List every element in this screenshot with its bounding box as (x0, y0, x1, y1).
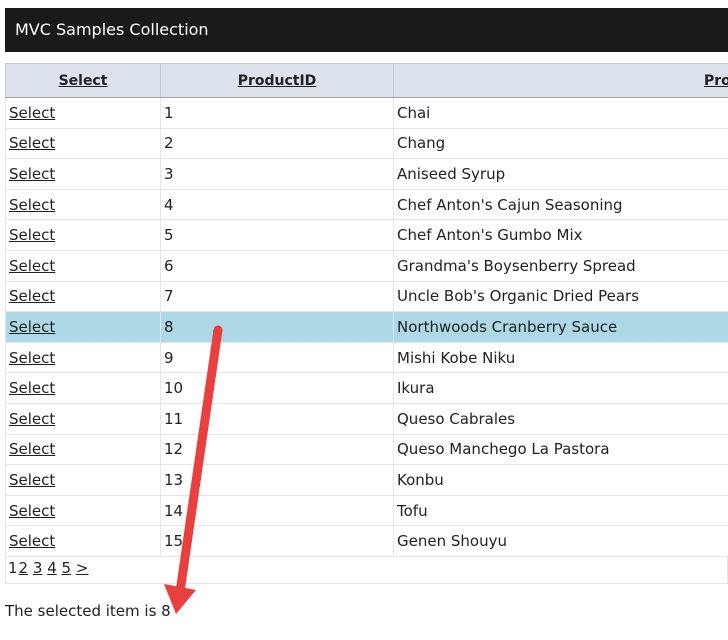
select-cell: Select (5, 128, 161, 160)
table-row: Select 1 Chai (5, 97, 728, 129)
table-row: Select 11 Queso Cabrales (5, 403, 728, 435)
product-id-cell: 12 (160, 434, 394, 466)
product-name-cell: Chai (393, 97, 728, 129)
select-cell: Select (5, 372, 161, 404)
column-header-productid[interactable]: ProductID (160, 63, 394, 98)
table-row: Select 15 Genen Shouyu (5, 525, 728, 557)
pager-page-link[interactable]: 4 (47, 559, 57, 577)
select-cell: Select (5, 281, 161, 313)
product-id-cell: 14 (160, 495, 394, 527)
column-header-select[interactable]: Select (5, 63, 161, 98)
select-link[interactable]: Select (9, 257, 55, 275)
product-id-cell: 8 (160, 311, 394, 343)
product-name-cell: Genen Shouyu (393, 525, 728, 557)
grid-header-row: Select ProductID Pro (5, 63, 728, 98)
table-row: Select 9 Mishi Kobe Niku (5, 342, 728, 374)
select-link[interactable]: Select (9, 471, 55, 489)
select-link[interactable]: Select (9, 196, 55, 214)
select-cell: Select (5, 464, 161, 496)
select-link[interactable]: Select (9, 287, 55, 305)
pager-page-link[interactable]: 3 (33, 559, 43, 577)
sort-link-select[interactable]: Select (59, 73, 108, 89)
select-link[interactable]: Select (9, 318, 55, 336)
product-name-cell: Northwoods Cranberry Sauce (393, 311, 728, 343)
pager-next-link[interactable]: > (76, 559, 89, 577)
select-link[interactable]: Select (9, 410, 55, 428)
pager-page-link[interactable]: 2 (19, 559, 29, 577)
product-id-cell: 9 (160, 342, 394, 374)
select-cell: Select (5, 342, 161, 374)
product-id-cell: 4 (160, 189, 394, 221)
product-id-cell: 10 (160, 372, 394, 404)
products-grid: Select ProductID Pro Select 1 Chai Select 2 C… (5, 63, 728, 557)
select-link[interactable]: Select (9, 104, 55, 122)
table-row: Select 12 Queso Manchego La Pastora (5, 434, 728, 466)
select-cell: Select (5, 403, 161, 435)
select-link[interactable]: Select (9, 349, 55, 367)
product-name-cell: Aniseed Syrup (393, 158, 728, 190)
select-cell: Select (5, 189, 161, 221)
select-link[interactable]: Select (9, 165, 55, 183)
product-name-cell: Chef Anton's Gumbo Mix (393, 219, 728, 251)
app-header: MVC Samples Collection (5, 8, 728, 52)
product-name-cell: Mishi Kobe Niku (393, 342, 728, 374)
product-name-cell: Chef Anton's Cajun Seasoning (393, 189, 728, 221)
sort-link-productid[interactable]: ProductID (238, 73, 317, 89)
column-header-productname[interactable]: Pro (393, 63, 728, 98)
product-id-cell: 5 (160, 219, 394, 251)
product-name-cell: Queso Cabrales (393, 403, 728, 435)
product-name-cell: Grandma's Boysenberry Spread (393, 250, 728, 282)
products-grid-container: Select ProductID Pro Select 1 Chai Select 2 C… (5, 63, 728, 557)
table-row: Select 3 Aniseed Syrup (5, 158, 728, 190)
product-id-cell: 2 (160, 128, 394, 160)
pager-page-link[interactable]: 5 (62, 559, 72, 577)
sort-link-productname[interactable]: Pro (704, 73, 728, 89)
select-link[interactable]: Select (9, 226, 55, 244)
selected-item-status: The selected item is 8 (5, 602, 171, 620)
page: MVC Samples Collection Select ProductID … (0, 0, 728, 640)
pager: 12 3 4 5 > (5, 555, 728, 584)
table-row: Select 13 Konbu (5, 464, 728, 496)
table-row: Select 4 Chef Anton's Cajun Seasoning (5, 189, 728, 221)
table-row: Select 14 Tofu (5, 495, 728, 527)
select-cell: Select (5, 525, 161, 557)
table-row: Select 10 Ikura (5, 372, 728, 404)
select-cell: Select (5, 158, 161, 190)
select-cell: Select (5, 219, 161, 251)
product-name-cell: Chang (393, 128, 728, 160)
app-title: MVC Samples Collection (15, 20, 209, 39)
select-link[interactable]: Select (9, 379, 55, 397)
select-link[interactable]: Select (9, 532, 55, 550)
product-id-cell: 7 (160, 281, 394, 313)
table-row: Select 2 Chang (5, 128, 728, 160)
product-name-cell: Uncle Bob's Organic Dried Pears (393, 281, 728, 313)
select-link[interactable]: Select (9, 440, 55, 458)
product-id-cell: 3 (160, 158, 394, 190)
select-cell: Select (5, 97, 161, 129)
product-id-cell: 15 (160, 525, 394, 557)
product-id-cell: 1 (160, 97, 394, 129)
select-link[interactable]: Select (9, 502, 55, 520)
select-cell: Select (5, 311, 161, 343)
table-row: Select 5 Chef Anton's Gumbo Mix (5, 219, 728, 251)
product-name-cell: Queso Manchego La Pastora (393, 434, 728, 466)
select-cell: Select (5, 250, 161, 282)
table-row: Select 7 Uncle Bob's Organic Dried Pears (5, 281, 728, 313)
select-cell: Select (5, 434, 161, 466)
product-id-cell: 13 (160, 464, 394, 496)
product-name-cell: Konbu (393, 464, 728, 496)
product-name-cell: Tofu (393, 495, 728, 527)
table-row: Select 6 Grandma's Boysenberry Spread (5, 250, 728, 282)
product-id-cell: 6 (160, 250, 394, 282)
pager-current-page: 1 (8, 559, 18, 577)
table-row: Select 8 Northwoods Cranberry Sauce (5, 311, 728, 343)
grid-body: Select 1 Chai Select 2 Chang Select 3 Aniseed Sy… (5, 97, 728, 557)
select-link[interactable]: Select (9, 134, 55, 152)
product-name-cell: Ikura (393, 372, 728, 404)
select-cell: Select (5, 495, 161, 527)
product-id-cell: 11 (160, 403, 394, 435)
